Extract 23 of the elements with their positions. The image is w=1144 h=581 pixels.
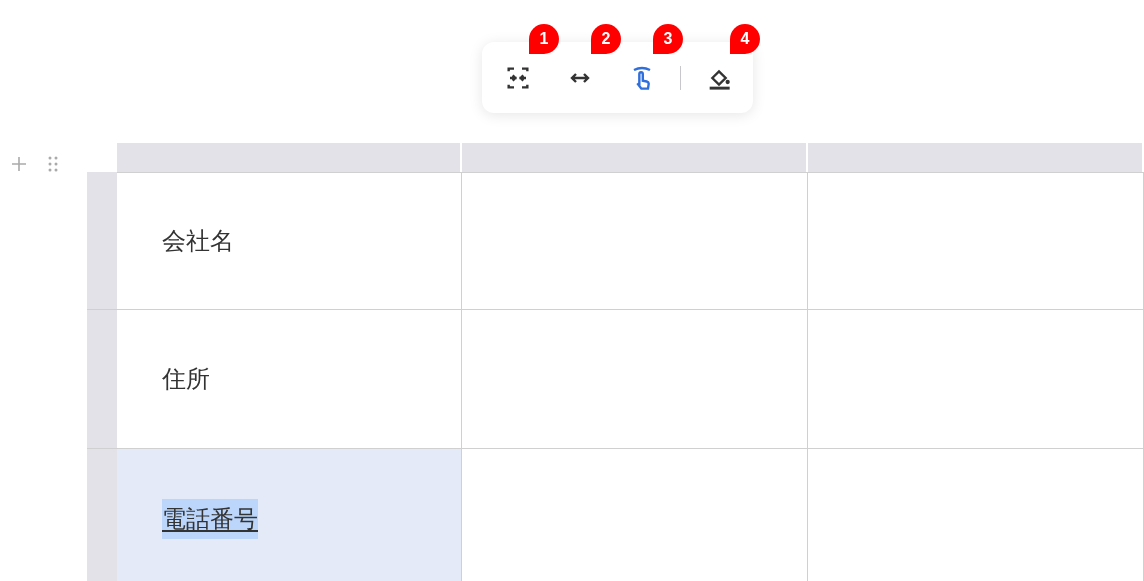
fit-icon <box>506 65 530 90</box>
cell-text: 電話番号 <box>162 498 258 539</box>
column-header[interactable] <box>808 143 1144 172</box>
callout-number: 2 <box>591 23 621 54</box>
cell-text: 住所 <box>162 364 210 394</box>
plus-icon[interactable] <box>10 155 28 173</box>
callout-number: 4 <box>730 23 760 54</box>
table-cell[interactable] <box>808 310 1144 449</box>
callout-number: 1 <box>529 23 559 54</box>
table-cell[interactable] <box>808 172 1144 310</box>
column-header[interactable] <box>117 143 462 172</box>
column-header[interactable] <box>462 143 808 172</box>
table-cell[interactable]: 会社名 <box>117 172 462 310</box>
drag-handle-icon[interactable] <box>48 155 58 173</box>
table-cell[interactable] <box>462 172 808 310</box>
row-header[interactable] <box>87 449 117 581</box>
table-cell[interactable] <box>462 310 808 449</box>
cell-text: 会社名 <box>162 226 234 256</box>
table-cell[interactable]: 住所 <box>117 310 462 449</box>
table-cell[interactable]: 電話番号 <box>117 449 462 581</box>
row-header[interactable] <box>87 310 117 449</box>
row-header[interactable] <box>87 172 117 310</box>
callout-number: 3 <box>653 23 683 54</box>
